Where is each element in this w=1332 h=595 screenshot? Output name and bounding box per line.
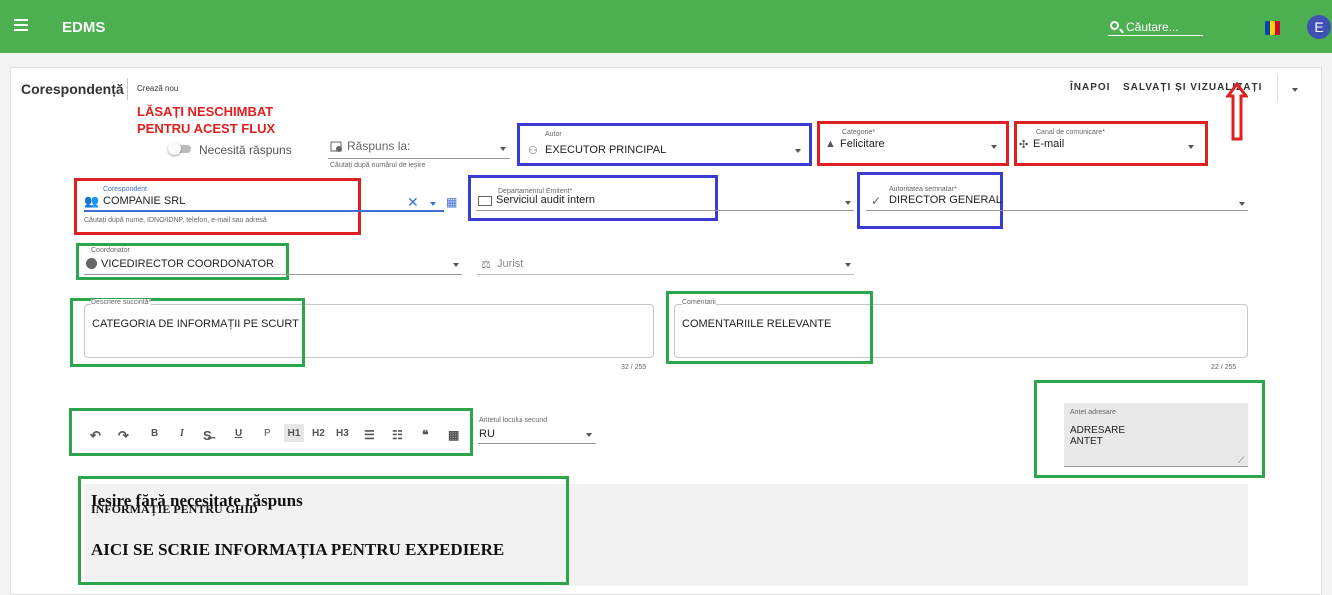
- second-header-select[interactable]: RU: [479, 428, 495, 440]
- undo-icon[interactable]: ↶: [90, 428, 101, 444]
- add-correspondent-icon[interactable]: ▦: [446, 195, 457, 209]
- resize-handle-icon[interactable]: ⟋: [1238, 455, 1244, 466]
- second-header-chevron-down-icon[interactable]: [586, 433, 592, 437]
- second-header-underline: [478, 443, 596, 444]
- hamburger-menu-icon[interactable]: [14, 19, 28, 31]
- correspondent-underline: [84, 210, 444, 212]
- person-icon: ⚇: [528, 145, 538, 157]
- h3-button[interactable]: H3: [336, 428, 349, 439]
- paragraph-button[interactable]: P: [264, 428, 271, 439]
- comments-label: Comentarii: [682, 299, 716, 306]
- bold-button[interactable]: B: [151, 428, 158, 439]
- signing-authority-underline: [866, 210, 1248, 211]
- editor-subheading[interactable]: INFORMAȚIE PENTRU GHID: [91, 502, 258, 517]
- channel-chevron-down-icon[interactable]: [1188, 145, 1194, 149]
- language-flag-icon[interactable]: [1265, 21, 1280, 35]
- correspondent-chevron-down-icon[interactable]: [430, 202, 436, 206]
- requires-response-label: Necesită răspuns: [199, 143, 292, 157]
- channel-select[interactable]: E-mail: [1033, 138, 1064, 150]
- strikethrough-icon[interactable]: S̶: [203, 428, 212, 443]
- search-placeholder: Căutare...: [1126, 20, 1179, 34]
- highlight-box-description: [70, 298, 305, 367]
- correspondent-label: Corespondent: [103, 186, 147, 193]
- coordinator-underline: [84, 274, 462, 275]
- reply-to-chevron-down-icon[interactable]: [500, 147, 506, 151]
- category-icon: ▲: [825, 138, 836, 150]
- scales-icon: ⚖: [481, 259, 491, 271]
- reply-to-hint: Căutați după numărul de ieșire: [330, 162, 426, 169]
- comments-counter: 22 / 255: [1211, 364, 1237, 371]
- correspondent-hint: Căutați după nume, IDNO/IDNP, telefon, e…: [84, 217, 267, 224]
- department-underline: [476, 210, 854, 211]
- split-divider: [1277, 75, 1278, 101]
- channel-icon: ✣: [1019, 139, 1029, 151]
- department-select[interactable]: Serviciul audit intern: [496, 194, 595, 206]
- category-label: Categorie*: [842, 129, 876, 136]
- editor-body[interactable]: AICI SE SCRIE INFORMAȚIA PENTRU EXPEDIER…: [91, 540, 504, 560]
- quote-icon[interactable]: ❝: [422, 428, 428, 442]
- signing-authority-select[interactable]: DIRECTOR GENERAL: [889, 194, 1002, 206]
- jurist-chevron-down-icon[interactable]: [845, 263, 851, 267]
- comments-text[interactable]: COMENTARIILE RELEVANTE: [682, 318, 831, 330]
- redo-icon[interactable]: ↷: [118, 428, 129, 444]
- highlight-box-address-header: [1034, 380, 1265, 478]
- reply-to-input[interactable]: Răspuns la:: [347, 139, 410, 153]
- user-avatar[interactable]: E: [1307, 15, 1331, 39]
- short-description-text[interactable]: CATEGORIA DE INFORMAȚII PE SCURT: [92, 318, 299, 330]
- author-chevron-down-icon[interactable]: [795, 149, 801, 153]
- search-icon: [1110, 21, 1119, 30]
- jurist-underline: [477, 274, 854, 275]
- signing-authority-label: Autoritatea semnatar*: [889, 186, 957, 193]
- annotation-note: LĂSAȚI NESCHIMBAT PENTRU ACEST FLUX: [137, 103, 275, 137]
- people-icon: 👥: [84, 194, 99, 208]
- table-icon[interactable]: ▦: [448, 428, 459, 442]
- requires-response-toggle[interactable]: [168, 142, 191, 155]
- coordinator-select[interactable]: VICEDIRECTOR COORDONATOR: [101, 258, 274, 270]
- short-description-counter: 32 / 255: [621, 364, 647, 371]
- back-button[interactable]: ÎNAPOI: [1070, 82, 1110, 93]
- italic-button[interactable]: I: [180, 428, 184, 439]
- breadcrumb: Crează nou: [137, 84, 179, 93]
- short-description-label: Descriere succintă*: [91, 299, 152, 306]
- signing-authority-chevron-down-icon[interactable]: [1239, 202, 1245, 206]
- bullet-list-icon[interactable]: ☰: [364, 428, 375, 442]
- channel-label: Canal de comunicare*: [1036, 129, 1105, 136]
- address-header-label: Antet adresare: [1070, 409, 1116, 416]
- address-header-line-2[interactable]: ANTET: [1070, 436, 1103, 447]
- reply-icon: [330, 141, 342, 152]
- author-select[interactable]: EXECUTOR PRINCIPAL: [545, 144, 666, 156]
- page-title: Corespondență: [21, 81, 124, 97]
- annotation-line-1: LĂSAȚI NESCHIMBAT: [137, 104, 274, 119]
- shield-person-icon: [86, 258, 97, 269]
- highlight-box-toolbar: [69, 408, 473, 456]
- coordinator-chevron-down-icon[interactable]: [453, 263, 459, 267]
- author-label: Autor: [545, 131, 562, 138]
- annotation-arrow-up-icon: [1226, 82, 1248, 141]
- correspondent-input[interactable]: COMPANIE SRL: [103, 195, 185, 207]
- title-divider: [127, 78, 128, 100]
- coordinator-label: Coordonator: [91, 247, 130, 254]
- category-select[interactable]: Felicitare: [840, 138, 885, 150]
- department-icon: [478, 196, 492, 206]
- h2-button[interactable]: H2: [312, 428, 325, 439]
- h1-button[interactable]: H1: [284, 424, 304, 442]
- category-chevron-down-icon[interactable]: [991, 145, 997, 149]
- reply-to-underline: [328, 158, 510, 159]
- address-header-line-1[interactable]: ADRESARE: [1070, 425, 1125, 436]
- numbered-list-icon[interactable]: ☷: [392, 428, 403, 442]
- jurist-select[interactable]: Jurist: [497, 258, 523, 270]
- signature-icon: ✓: [871, 194, 882, 208]
- department-chevron-down-icon[interactable]: [845, 201, 851, 205]
- clear-icon[interactable]: ✕: [407, 194, 419, 211]
- save-options-chevron-down-icon[interactable]: [1292, 88, 1298, 92]
- second-header-label: Antetul locului secund: [479, 417, 548, 424]
- annotation-line-2: PENTRU ACEST FLUX: [137, 121, 276, 136]
- underline-button[interactable]: U: [235, 428, 242, 439]
- app-title: EDMS: [62, 19, 106, 36]
